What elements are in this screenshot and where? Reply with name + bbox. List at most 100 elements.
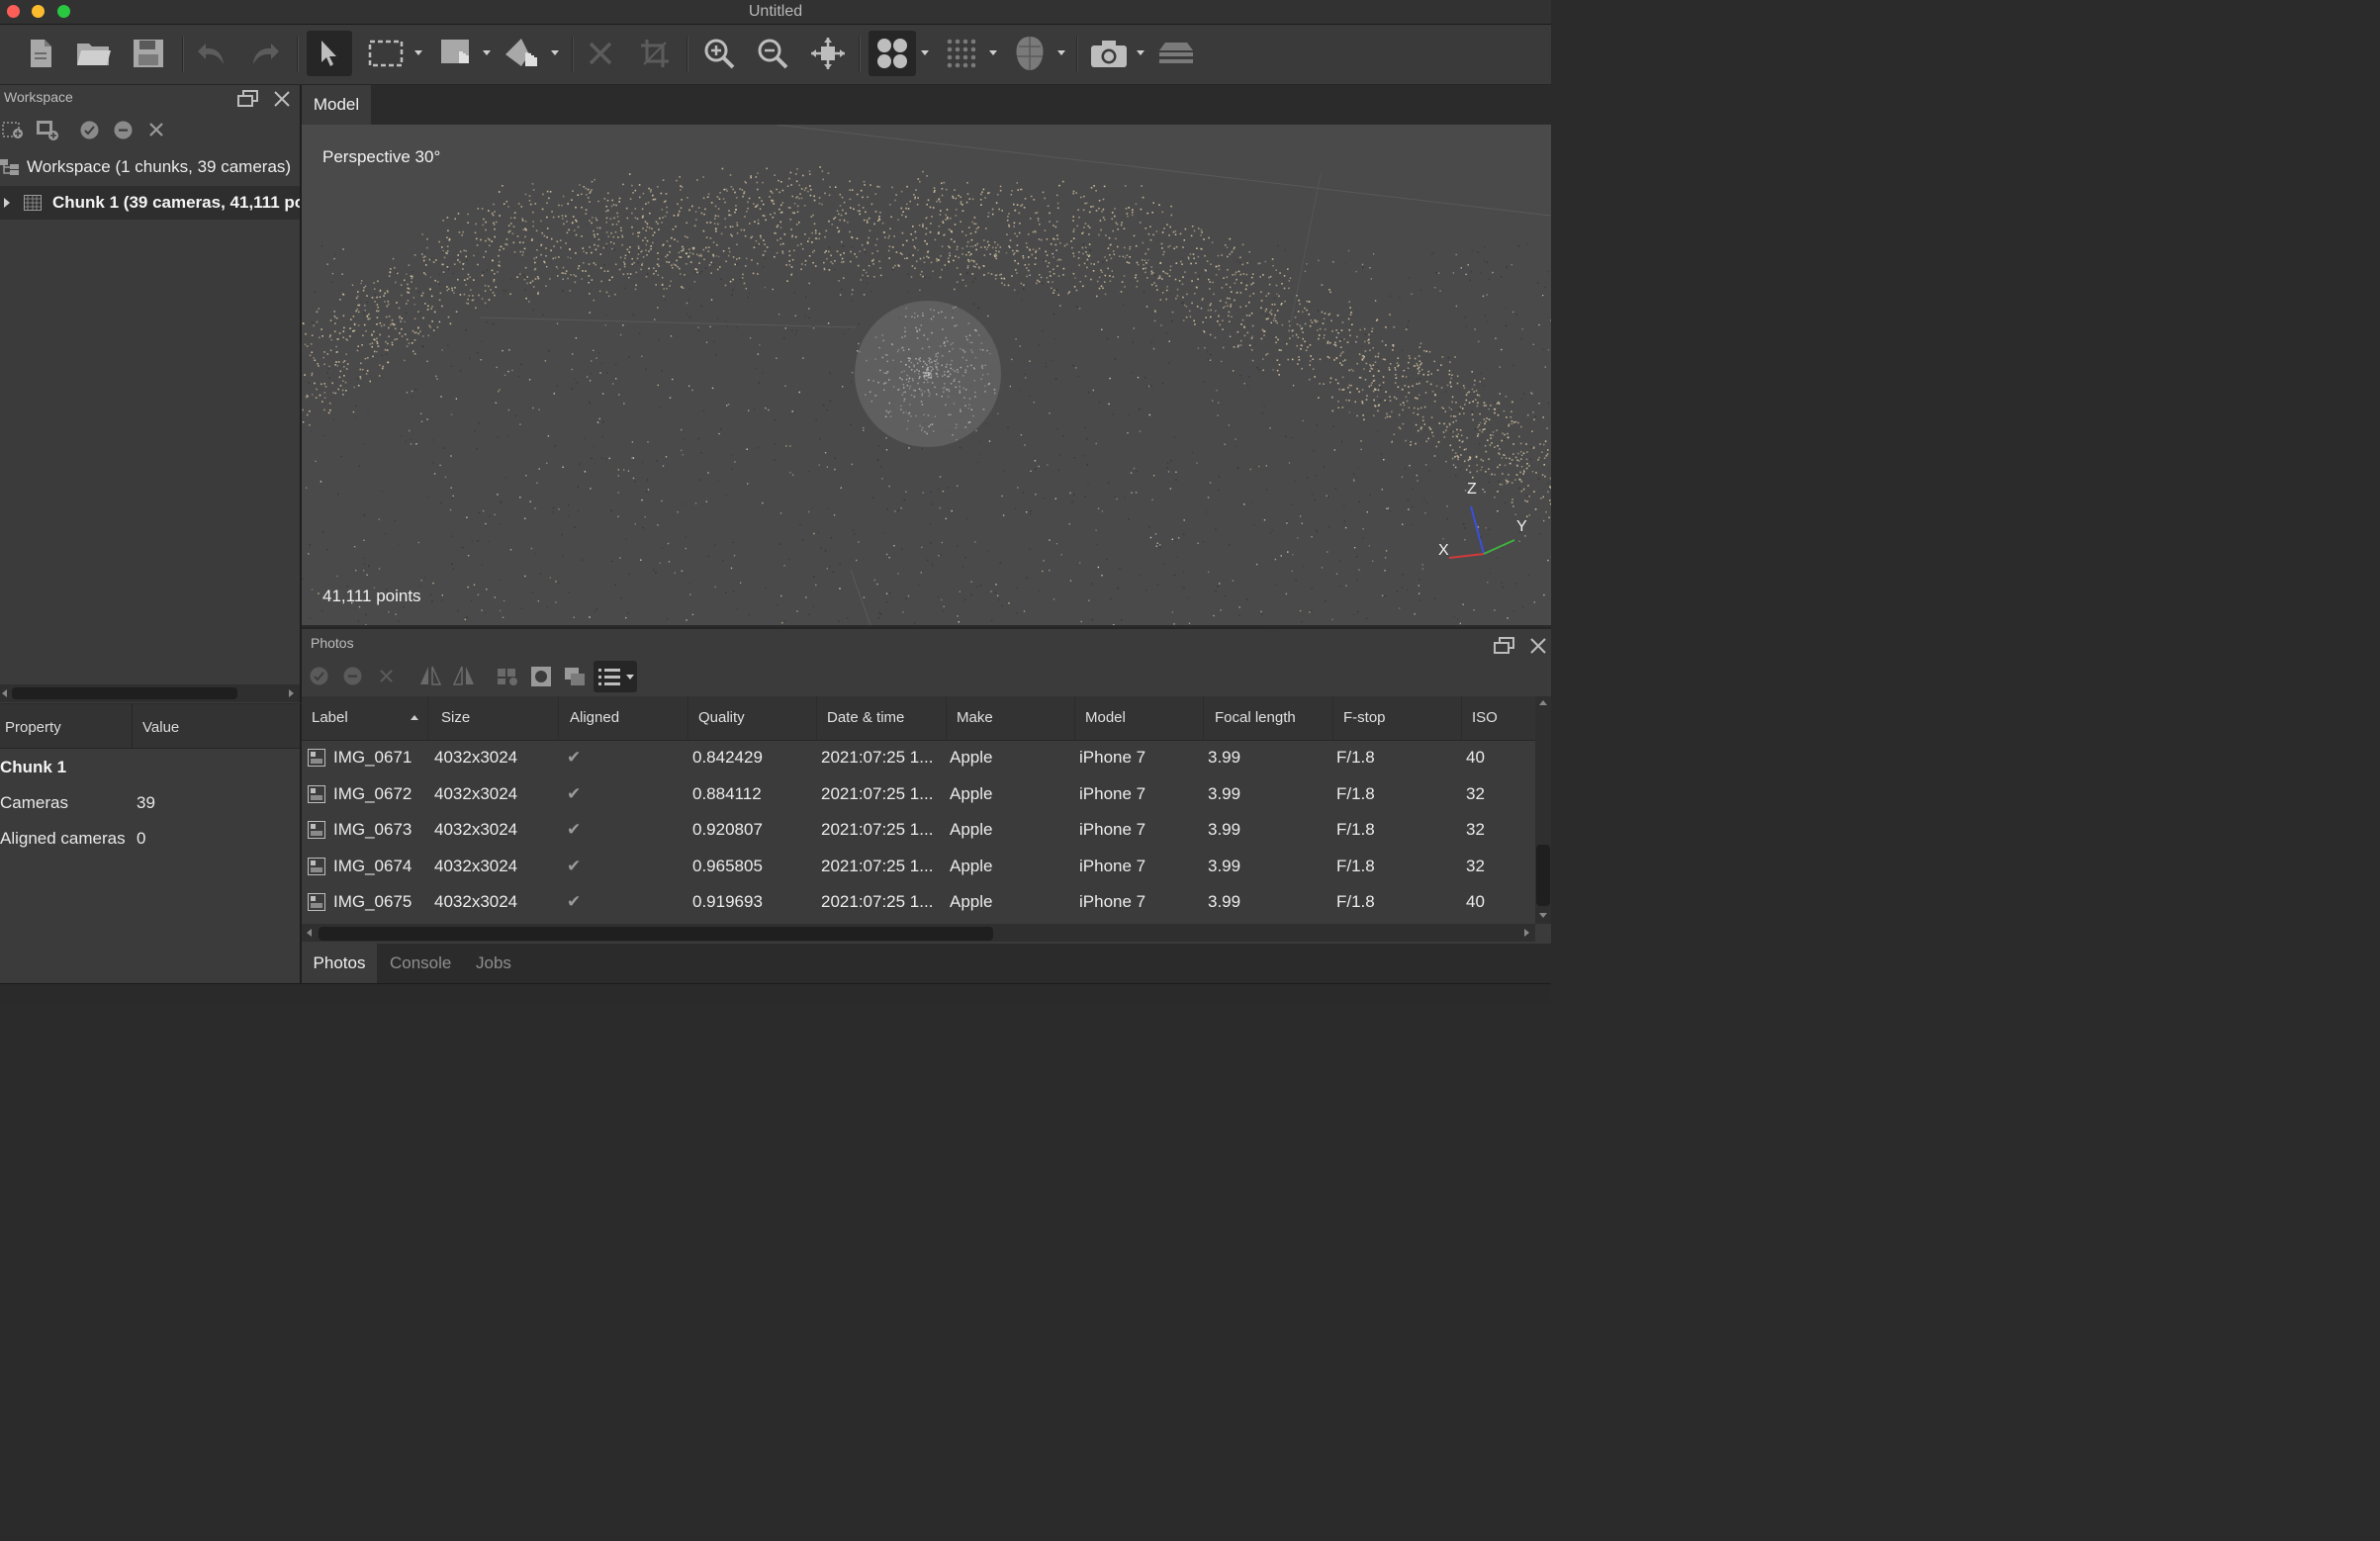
- cell-label: IMG_0673: [333, 820, 412, 839]
- point-cloud-icon[interactable]: [869, 31, 916, 76]
- float-panel-icon[interactable]: [1494, 637, 1515, 660]
- enable-check-icon[interactable]: [80, 121, 99, 144]
- photo-thumbnail-icon: [308, 857, 325, 880]
- scroll-right-icon[interactable]: [289, 689, 294, 697]
- workspace-hscrollbar[interactable]: [0, 684, 300, 702]
- delete-icon[interactable]: [582, 31, 619, 76]
- overlay-icon[interactable]: [564, 667, 586, 691]
- tab-jobs[interactable]: Jobs: [476, 944, 511, 983]
- points-count-label: 41,111 points: [322, 587, 421, 605]
- zoom-out-icon[interactable]: [752, 31, 793, 76]
- property-name: Aligned cameras: [0, 829, 126, 848]
- property-value: 39: [137, 793, 155, 812]
- column-header-quality[interactable]: Quality: [688, 696, 817, 740]
- enable-check-icon[interactable]: [310, 667, 328, 690]
- select-arrow-icon[interactable]: [307, 31, 352, 76]
- column-header-aligned[interactable]: Aligned: [560, 696, 688, 740]
- model-viewport[interactable]: Perspective 30° 41,111 points Z Y X: [302, 125, 1551, 625]
- add-chunk-icon[interactable]: [2, 120, 24, 144]
- value-column-header[interactable]: Value: [133, 704, 300, 749]
- new-document-icon[interactable]: [22, 31, 59, 76]
- column-header-model[interactable]: Model: [1075, 696, 1204, 740]
- expand-arrow-icon[interactable]: [4, 198, 10, 208]
- chevron-down-icon[interactable]: [483, 50, 491, 55]
- open-folder-icon[interactable]: [73, 31, 115, 76]
- close-panel-icon[interactable]: [273, 90, 291, 113]
- move-icon[interactable]: [807, 31, 849, 76]
- rotate-left-icon[interactable]: [418, 665, 442, 691]
- column-header-make[interactable]: Make: [947, 696, 1075, 740]
- chevron-down-icon[interactable]: [1137, 50, 1144, 55]
- rect-selection-icon[interactable]: [364, 31, 408, 76]
- column-header-fstop[interactable]: F-stop: [1333, 696, 1462, 740]
- column-header-iso[interactable]: ISO: [1462, 696, 1535, 740]
- scroll-up-icon[interactable]: [1539, 700, 1547, 705]
- close-panel-icon[interactable]: [1529, 637, 1547, 660]
- chevron-down-icon[interactable]: [921, 50, 929, 55]
- table-row[interactable]: IMG_0672 4032x3024 ✔ 0.884112 2021:07:25 1..…: [302, 776, 1535, 812]
- table-row[interactable]: IMG_0674 4032x3024 ✔ 0.965805 2021:07:25 1..…: [302, 849, 1535, 884]
- remove-icon[interactable]: [379, 669, 394, 688]
- redo-icon[interactable]: [245, 31, 285, 76]
- dense-cloud-icon[interactable]: [940, 31, 983, 76]
- photos-vscrollbar[interactable]: [1535, 696, 1551, 924]
- workspace-tree-icon: [0, 158, 20, 181]
- cell-model: iPhone 7: [1079, 856, 1146, 875]
- cell-fstop: F/1.8: [1336, 856, 1375, 875]
- table-row[interactable]: IMG_0671 4032x3024 ✔ 0.842429 2021:07:25 1..…: [302, 740, 1535, 775]
- tab-model[interactable]: Model: [302, 85, 371, 125]
- layers-icon[interactable]: [1153, 31, 1199, 76]
- column-header-size[interactable]: Size: [431, 696, 559, 740]
- remove-icon[interactable]: [148, 122, 164, 142]
- chevron-down-icon[interactable]: [989, 50, 997, 55]
- chunk-row[interactable]: Chunk 1 (39 cameras, 41,111 points): [0, 186, 300, 220]
- properties-panel: Property Value Chunk 1 Cameras 39 Aligne…: [0, 704, 302, 983]
- cell-iso: 40: [1466, 892, 1485, 911]
- chevron-down-icon[interactable]: [414, 50, 422, 55]
- disable-minus-icon[interactable]: [343, 667, 362, 690]
- photos-vscroll-thumb[interactable]: [1536, 845, 1550, 906]
- projection-label: Perspective 30°: [322, 147, 441, 166]
- photos-table-header: Label Size Aligned Quality Date & time M…: [302, 696, 1535, 741]
- cell-aligned: ✔: [567, 820, 582, 839]
- scroll-down-icon[interactable]: [1539, 913, 1547, 918]
- add-photos-icon[interactable]: [36, 120, 59, 146]
- photos-hscroll-thumb[interactable]: [319, 927, 993, 941]
- column-header-datetime[interactable]: Date & time: [817, 696, 947, 740]
- filter-photos-icon[interactable]: [496, 665, 519, 691]
- column-header-focal-length[interactable]: Focal length: [1205, 696, 1333, 740]
- view-mode-button[interactable]: [594, 661, 637, 692]
- mask-icon[interactable]: [530, 666, 552, 692]
- table-row[interactable]: IMG_0673 4032x3024 ✔ 0.920807 2021:07:25 1..…: [302, 812, 1535, 848]
- workspace-root-row[interactable]: Workspace (1 chunks, 39 cameras): [0, 150, 300, 184]
- cell-model: iPhone 7: [1079, 892, 1146, 911]
- float-panel-icon[interactable]: [237, 90, 259, 113]
- tab-console[interactable]: Console: [390, 944, 451, 983]
- property-column-header[interactable]: Property: [0, 704, 133, 749]
- free-selection-icon[interactable]: [435, 31, 479, 76]
- photos-hscrollbar[interactable]: [302, 924, 1535, 942]
- undo-icon[interactable]: [192, 31, 231, 76]
- cell-aligned: ✔: [567, 748, 582, 767]
- brush-selection-icon[interactable]: [501, 31, 546, 76]
- rotate-right-icon[interactable]: [452, 665, 476, 691]
- scroll-right-icon[interactable]: [1524, 929, 1529, 937]
- tab-photos[interactable]: Photos: [302, 944, 377, 983]
- column-header-label[interactable]: Label: [302, 696, 428, 740]
- chevron-down-icon[interactable]: [551, 50, 559, 55]
- disable-minus-icon[interactable]: [114, 121, 133, 144]
- cell-fstop: F/1.8: [1336, 892, 1375, 911]
- save-icon[interactable]: [129, 31, 168, 76]
- chevron-down-icon[interactable]: [1057, 50, 1065, 55]
- zoom-in-icon[interactable]: [698, 31, 740, 76]
- scroll-left-icon[interactable]: [307, 929, 312, 937]
- mesh-shade-icon[interactable]: [1007, 31, 1053, 76]
- table-row[interactable]: IMG_0675 4032x3024 ✔ 0.919693 2021:07:25 1..…: [302, 884, 1535, 920]
- camera-icon[interactable]: [1086, 31, 1132, 76]
- chevron-down-icon: [626, 675, 634, 680]
- crop-icon[interactable]: [635, 31, 675, 76]
- cell-label: IMG_0675: [333, 892, 412, 911]
- workspace-scroll-thumb[interactable]: [12, 687, 237, 699]
- cell-datetime: 2021:07:25 1...: [821, 820, 934, 839]
- scroll-left-icon[interactable]: [2, 689, 7, 697]
